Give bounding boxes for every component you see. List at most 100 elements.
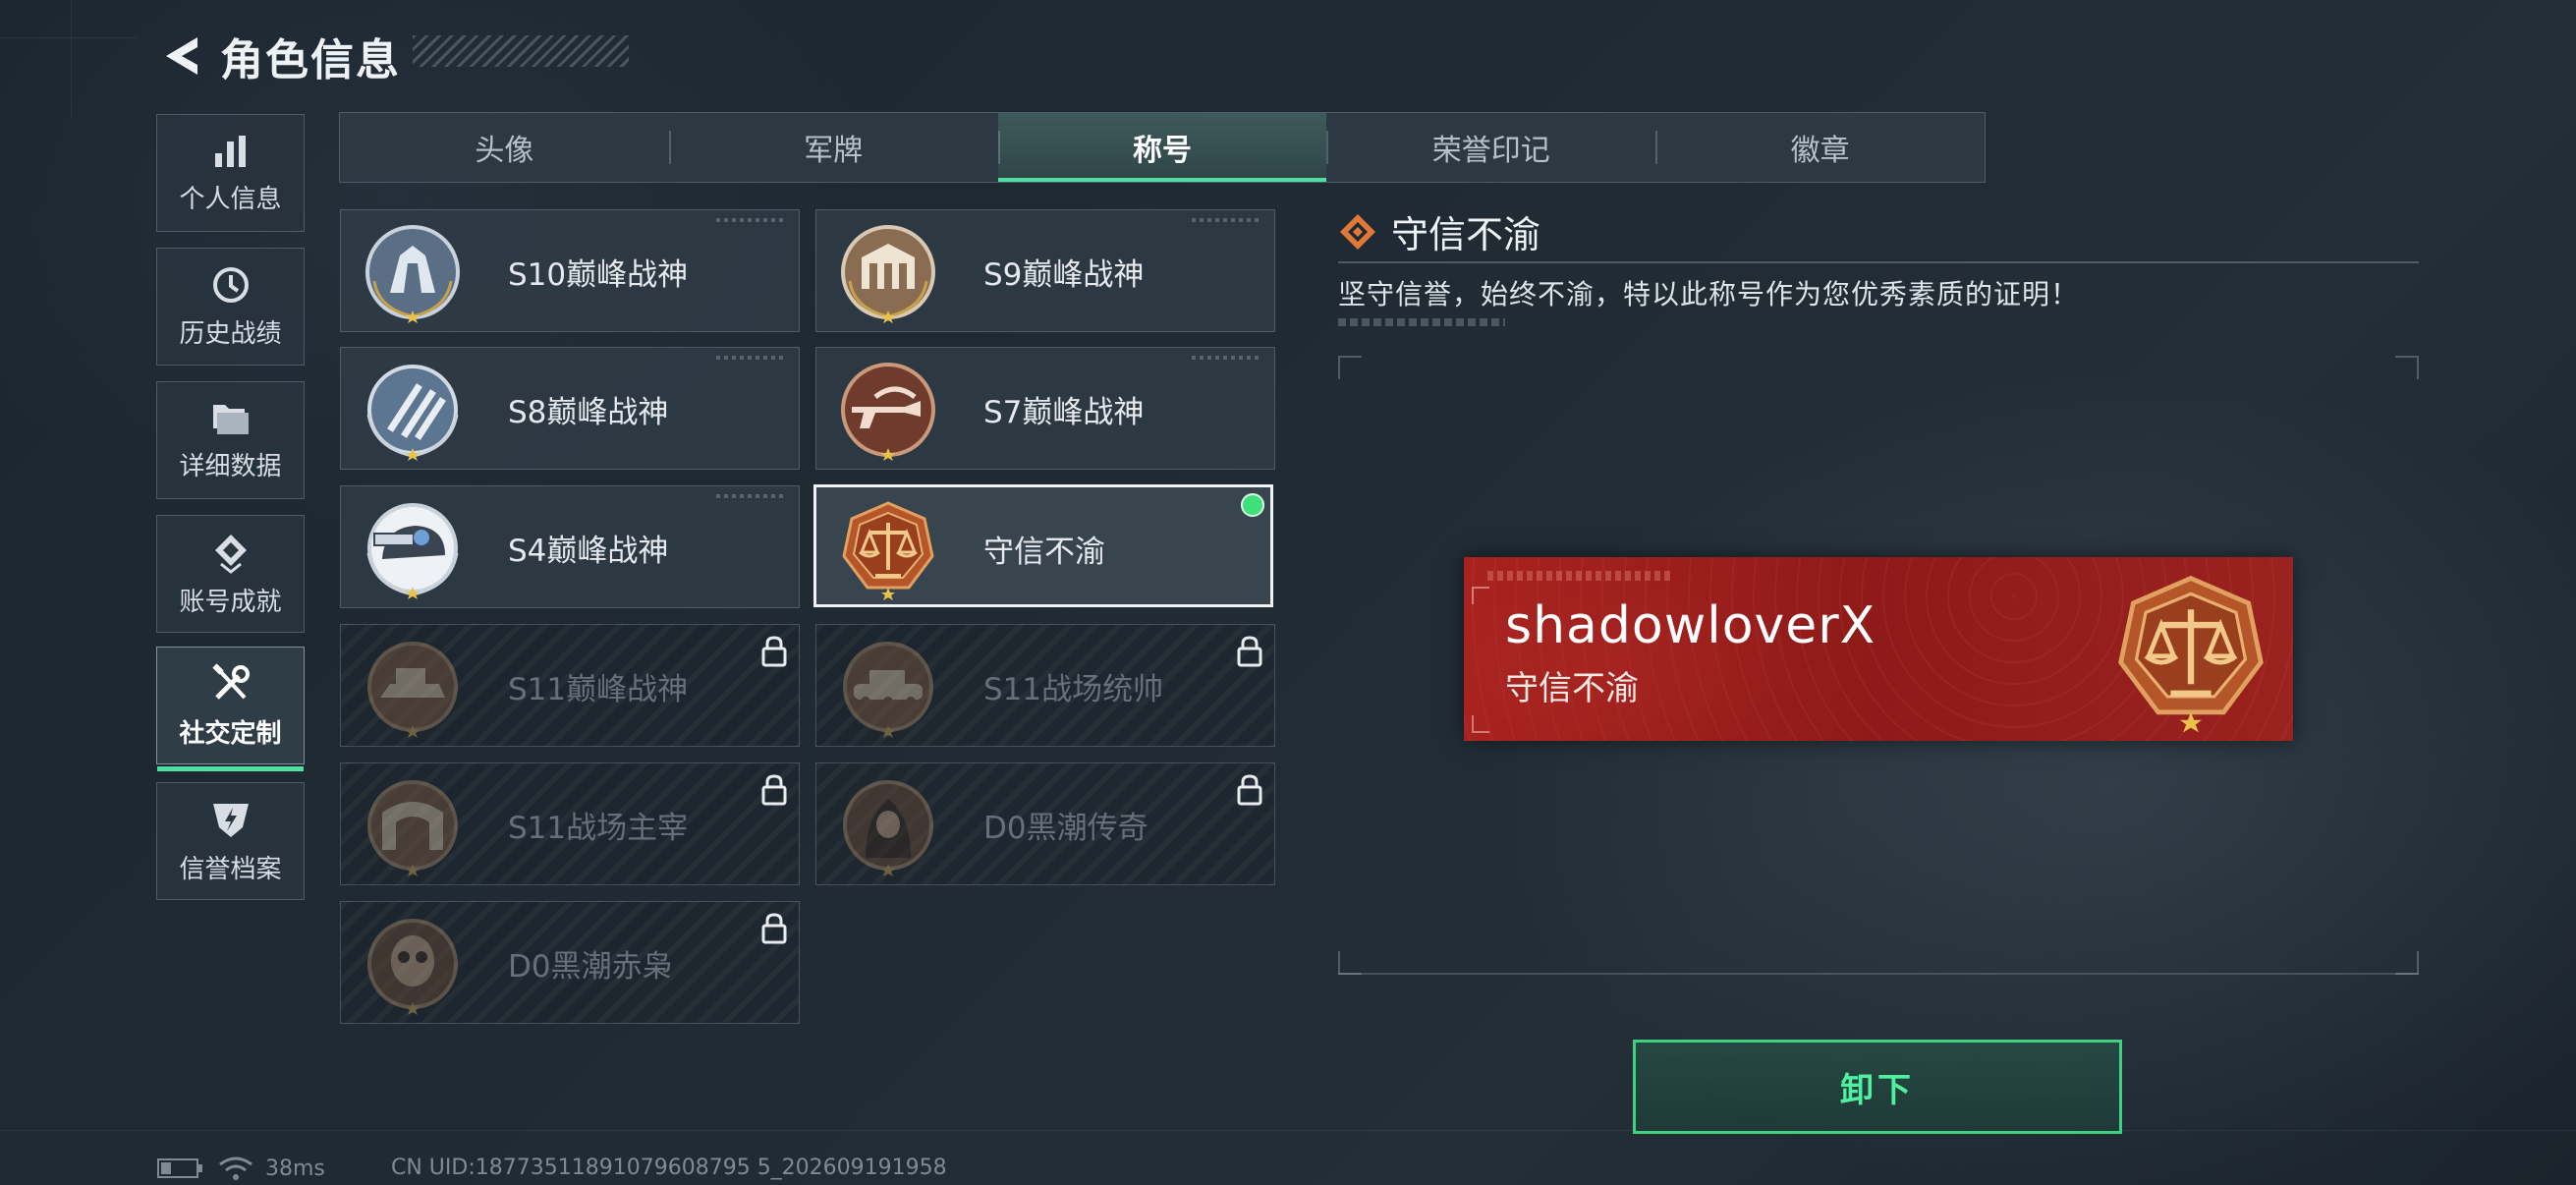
title-card-locked[interactable]: S11巅峰战神	[340, 624, 800, 747]
card-decoration	[1192, 218, 1260, 222]
detail-divider	[1338, 261, 2419, 263]
s8-peak-emblem-icon	[366, 365, 459, 461]
title-label: S11战场主宰	[508, 811, 689, 846]
tab-bar: 头像 军牌 称号 荣誉印记 徽章	[339, 112, 1986, 183]
title-label: D0黑潮传奇	[983, 811, 1148, 846]
folder-icon	[212, 404, 249, 434]
frame-corner	[1338, 356, 1362, 379]
title-card-selected[interactable]: 守信不渝	[813, 484, 1273, 607]
nameplate-bracket	[1472, 715, 1489, 733]
d0-blacktide-owl-emblem-icon	[367, 919, 458, 1015]
title-label: S11巅峰战神	[508, 672, 689, 707]
wrench-screwdriver-icon	[211, 662, 250, 700]
tab-title[interactable]: 称号	[997, 113, 1327, 182]
title-label: S10巅峰战神	[508, 257, 689, 293]
nameplate-decoration	[1487, 571, 1674, 581]
card-decoration	[716, 494, 785, 498]
nav-item-achievements[interactable]: 账号成就	[156, 515, 305, 633]
lock-icon	[1237, 636, 1262, 667]
title-card[interactable]: S7巅峰战神	[815, 347, 1275, 470]
title-card[interactable]: S8巅峰战神	[340, 347, 800, 470]
nameplate-title: 守信不渝	[1505, 669, 1639, 708]
unequip-label: 卸下	[1840, 1070, 1915, 1110]
status-bar: 38ms	[157, 1156, 325, 1181]
nav-item-credit-record[interactable]: 信誉档案	[156, 782, 305, 900]
nav-item-social-custom[interactable]: 社交定制	[156, 647, 305, 771]
header-decoration	[413, 35, 629, 67]
lock-icon	[761, 913, 787, 944]
battery-icon	[157, 1158, 202, 1178]
diamond-title-icon	[1340, 213, 1375, 250]
s11-commander-emblem-icon	[843, 642, 933, 738]
s11-dominator-emblem-icon	[367, 780, 458, 876]
title-label: 守信不渝	[983, 535, 1105, 570]
nav-item-detailed-data[interactable]: 详细数据	[156, 381, 305, 499]
title-card[interactable]: S10巅峰战神	[340, 209, 800, 332]
uid-text: CN UID:18773511891079608795 5_2026091919…	[391, 1156, 947, 1180]
nav-label: 社交定制	[179, 718, 282, 749]
achievement-icon	[214, 534, 247, 574]
title-card-locked[interactable]: D0黑潮传奇	[815, 762, 1275, 885]
nameplate-bracket	[1472, 587, 1489, 604]
card-decoration	[1192, 356, 1260, 360]
unequip-button[interactable]: 卸下	[1633, 1040, 2122, 1134]
detail-decoration	[1338, 318, 1505, 326]
justice-scales-emblem-icon	[842, 501, 934, 600]
frame-corner	[2395, 951, 2419, 975]
frame-corner	[1338, 951, 1362, 975]
justice-scales-emblem-icon	[2118, 575, 2264, 733]
ping-text: 38ms	[265, 1156, 325, 1181]
nav-item-personal-info[interactable]: 个人信息	[156, 114, 305, 232]
frame-corner	[2395, 356, 2419, 379]
frame-baseline	[1338, 973, 2419, 975]
s4-peak-emblem-icon	[366, 503, 459, 599]
credit-shield-icon	[212, 803, 249, 837]
lock-icon	[761, 774, 787, 806]
card-decoration	[716, 218, 785, 222]
nameplate-player-name: shadowloverX	[1505, 596, 1876, 655]
bg-gridline	[71, 0, 72, 118]
player-nameplate: shadowloverX 守信不渝	[1464, 557, 2293, 741]
nav-label: 账号成就	[179, 587, 282, 617]
title-card[interactable]: S9巅峰战神	[815, 209, 1275, 332]
card-decoration	[716, 356, 785, 360]
bg-gridline	[0, 37, 138, 38]
title-card-locked[interactable]: S11战场主宰	[340, 762, 800, 885]
bg-gridline	[0, 1130, 2576, 1131]
title-card-locked[interactable]: S11战场统帅	[815, 624, 1275, 747]
s7-peak-emblem-icon	[841, 363, 935, 461]
title-card-locked[interactable]: D0黑潮赤枭	[340, 901, 800, 1024]
s10-peak-emblem-icon	[365, 225, 460, 323]
s9-peak-emblem-icon	[841, 225, 935, 323]
nav-item-history[interactable]: 历史战绩	[156, 248, 305, 366]
tab-avatar[interactable]: 头像	[340, 113, 669, 182]
lock-icon	[761, 636, 787, 667]
tab-honor-mark[interactable]: 荣誉印记	[1326, 113, 1655, 182]
detail-description: 坚守信誉，始终不渝，特以此称号作为您优秀素质的证明！	[1338, 278, 2080, 310]
title-label: D0黑潮赤枭	[508, 949, 673, 985]
title-card[interactable]: S4巅峰战神	[340, 485, 800, 608]
nav-label: 信誉档案	[179, 854, 282, 884]
nav-label: 详细数据	[179, 451, 282, 481]
back-arrow-icon	[166, 37, 197, 75]
bar-chart-icon	[214, 135, 246, 167]
title-label: S11战场统帅	[983, 672, 1164, 707]
tab-badge[interactable]: 徽章	[1655, 113, 1985, 182]
wifi-icon	[219, 1157, 252, 1180]
lock-icon	[1237, 774, 1262, 806]
tab-dogtag[interactable]: 军牌	[668, 113, 998, 182]
history-clock-icon	[212, 266, 249, 303]
title-label: S9巅峰战神	[983, 257, 1145, 293]
d0-blacktide-legend-emblem-icon	[843, 780, 933, 876]
title-label: S8巅峰战神	[508, 395, 669, 430]
nav-label: 个人信息	[179, 184, 282, 214]
detail-header: 守信不渝	[1338, 204, 1540, 258]
title-label: S7巅峰战神	[983, 395, 1145, 430]
page-title: 角色信息	[220, 35, 401, 85]
equipped-indicator	[1241, 493, 1264, 517]
s11-peak-emblem-icon	[367, 642, 458, 738]
back-button[interactable]	[155, 27, 206, 85]
nav-label: 历史战绩	[179, 318, 282, 349]
detail-title: 守信不渝	[1391, 213, 1541, 256]
header: 角色信息	[155, 22, 401, 90]
